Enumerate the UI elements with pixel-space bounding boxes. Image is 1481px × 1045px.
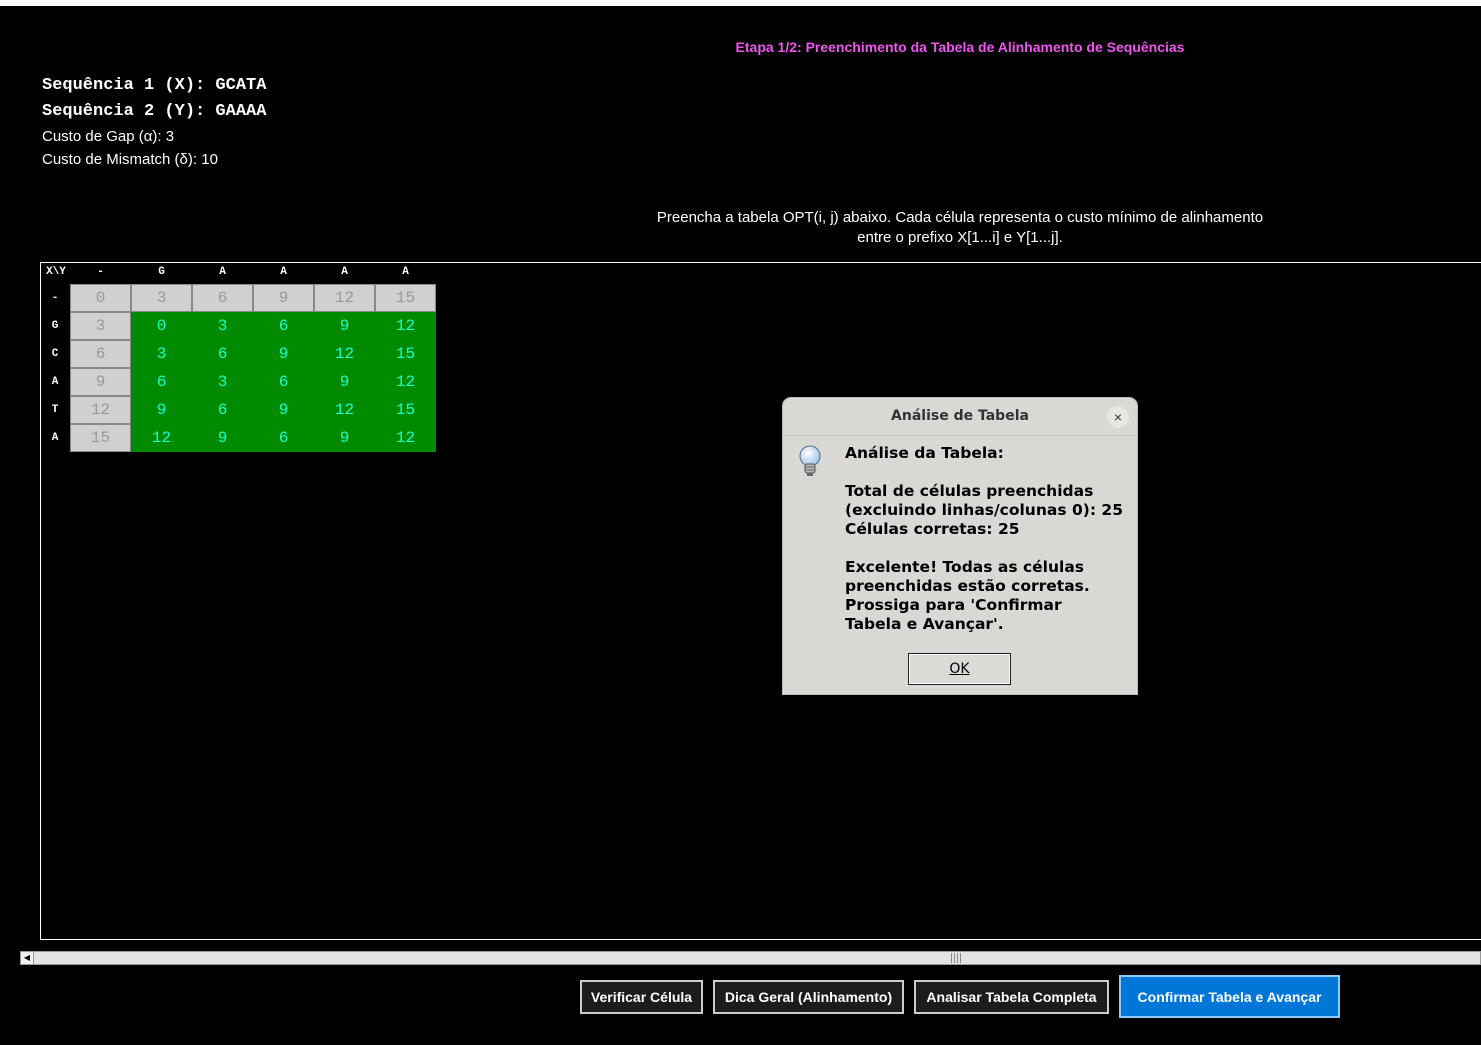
window-top-border: [0, 0, 1481, 6]
row-header: T: [51, 404, 59, 416]
row-header: C: [51, 348, 59, 360]
instructions: Preencha a tabela OPT(i, j) abaixo. Cada…: [620, 208, 1300, 248]
table-cell[interactable]: 9: [314, 368, 375, 396]
table-cell[interactable]: 3: [192, 368, 253, 396]
verify-cell-button[interactable]: Verificar Célula: [580, 980, 703, 1014]
table-cell[interactable]: 12: [314, 396, 375, 424]
analysis-dialog: Análise de Tabela × Análise da Tabela: T…: [783, 398, 1137, 694]
table-cell[interactable]: 9: [314, 312, 375, 340]
table-cell[interactable]: 6: [131, 368, 192, 396]
horizontal-scrollbar[interactable]: ◀: [20, 951, 1481, 965]
column-header: A: [219, 266, 226, 278]
table-cell[interactable]: 6: [192, 340, 253, 368]
table-cell[interactable]: 3: [131, 340, 192, 368]
table-cell[interactable]: 6: [192, 396, 253, 424]
row-header: G: [51, 320, 59, 332]
sequence-2-label: Sequência 2 (Y): GAAAA: [42, 102, 267, 121]
column-header: A: [402, 266, 409, 278]
stage-title: Etapa 1/2: Preenchimento da Tabela de Al…: [735, 39, 1185, 55]
sequence-1-label: Sequência 1 (X): GCATA: [42, 76, 267, 95]
column-header: A: [341, 266, 348, 278]
base-cell: 15: [375, 284, 436, 312]
table-cell[interactable]: 9: [253, 340, 314, 368]
table-cell[interactable]: 3: [192, 312, 253, 340]
table-cell[interactable]: 9: [192, 424, 253, 452]
base-cell: 15: [70, 424, 131, 452]
column-header: G: [158, 266, 165, 278]
table-cell[interactable]: 12: [375, 312, 436, 340]
table-cell[interactable]: 15: [375, 340, 436, 368]
instructions-line-1: Preencha a tabela OPT(i, j) abaixo. Cada…: [656, 209, 1264, 226]
base-cell: 12: [70, 396, 131, 424]
base-cell: 9: [70, 368, 131, 396]
base-cell: 9: [253, 284, 314, 312]
base-cell: 3: [70, 312, 131, 340]
base-cell: 3: [131, 284, 192, 312]
ok-button[interactable]: OK: [908, 653, 1011, 685]
table-cell[interactable]: 15: [375, 396, 436, 424]
table-cell[interactable]: 6: [253, 368, 314, 396]
column-header: A: [280, 266, 287, 278]
table-cell[interactable]: 6: [253, 312, 314, 340]
scroll-left-arrow-icon[interactable]: ◀: [21, 952, 34, 964]
table-cell[interactable]: 6: [253, 424, 314, 452]
row-header: A: [51, 432, 59, 444]
analyze-table-button[interactable]: Analisar Tabela Completa: [914, 980, 1109, 1014]
table-cell[interactable]: 9: [314, 424, 375, 452]
dialog-title: Análise de Tabela: [783, 398, 1137, 436]
table-panel: X\Y - G A A A A - G C A T A 0 3 6 9 12 15 3 0 3 6 9 12 6 3 6 9 12 15 9 6…: [40, 262, 1481, 940]
row-header: -: [51, 292, 59, 304]
base-cell: 6: [70, 340, 131, 368]
table-cell[interactable]: 9: [253, 396, 314, 424]
dialog-message: Análise da Tabela: Total de células pree…: [845, 444, 1123, 633]
table-corner-label: X\Y: [46, 266, 66, 278]
table-cell[interactable]: 9: [131, 396, 192, 424]
column-header: -: [97, 266, 104, 278]
gap-cost-label: Custo de Gap (α): 3: [42, 128, 175, 145]
mismatch-cost-label: Custo de Mismatch (δ): 10: [42, 151, 218, 168]
scroll-thumb-grip[interactable]: [951, 953, 963, 963]
base-cell: 0: [70, 284, 131, 312]
table-cell[interactable]: 12: [131, 424, 192, 452]
base-cell: 12: [314, 284, 375, 312]
table-cell[interactable]: 12: [314, 340, 375, 368]
general-hint-button[interactable]: Dica Geral (Alinhamento): [713, 980, 904, 1014]
row-header: A: [51, 376, 59, 388]
table-cell[interactable]: 12: [375, 424, 436, 452]
instructions-line-2: entre o prefixo X[1...i] e Y[1...j].: [857, 229, 1063, 246]
table-cell[interactable]: 12: [375, 368, 436, 396]
table-cell[interactable]: 0: [131, 312, 192, 340]
lightbulb-icon: [799, 445, 821, 476]
base-cell: 6: [192, 284, 253, 312]
confirm-table-button[interactable]: Confirmar Tabela e Avançar: [1119, 975, 1340, 1018]
close-icon[interactable]: ×: [1107, 406, 1129, 428]
